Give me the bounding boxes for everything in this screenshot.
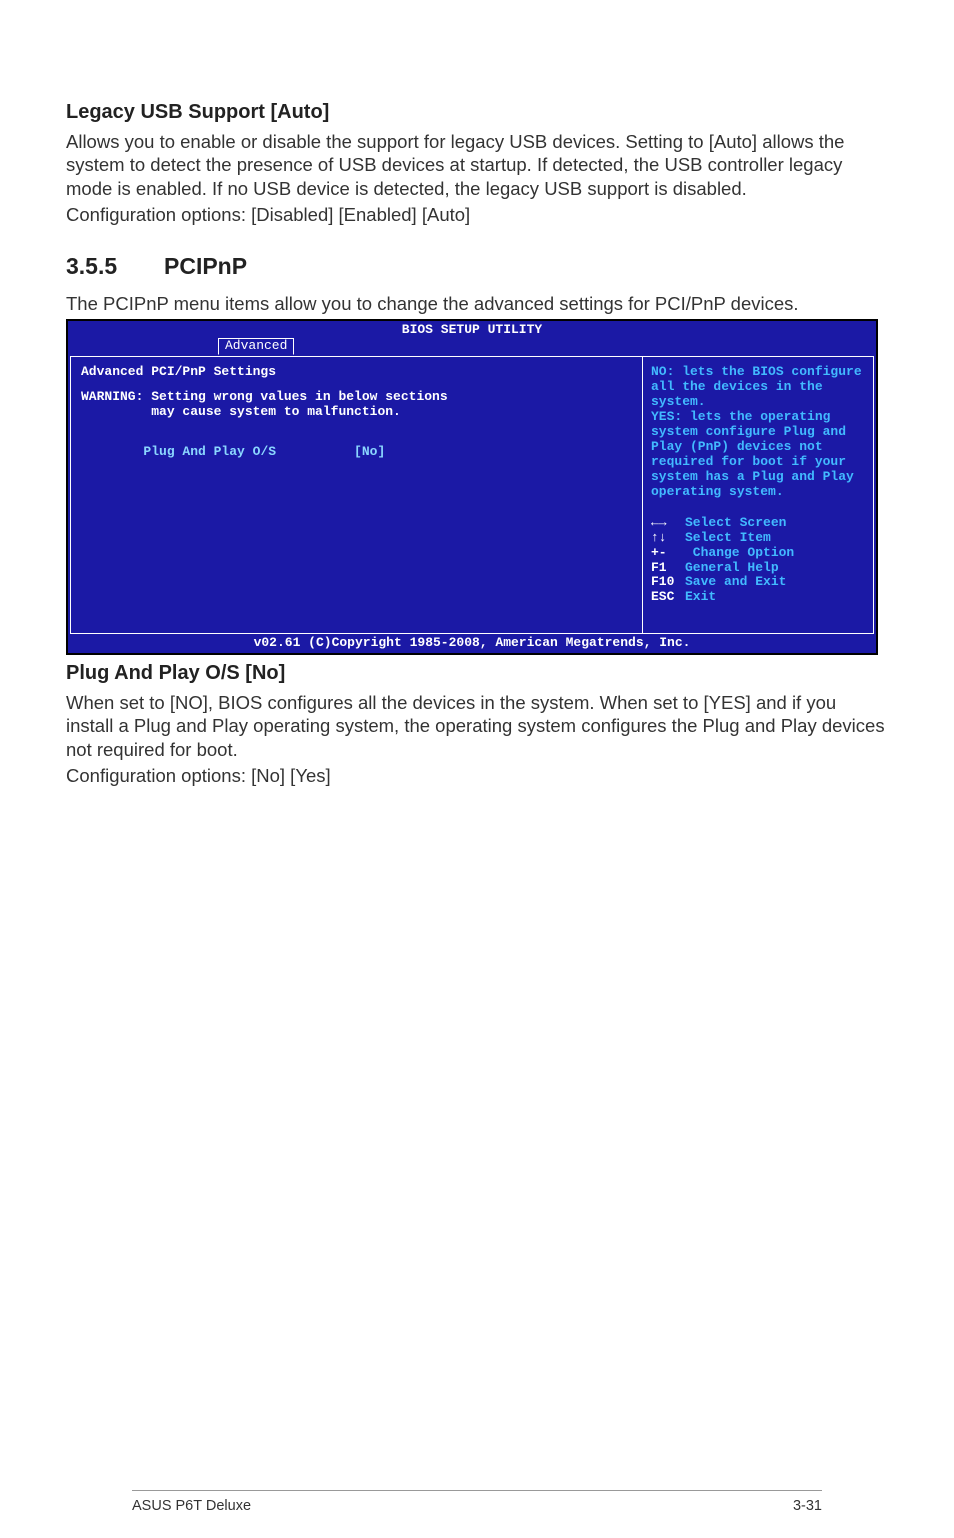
- legacy-usb-config: Configuration options: [Disabled] [Enabl…: [66, 203, 888, 227]
- key-f10: F10: [651, 575, 685, 590]
- bios-setting-row[interactable]: Plug And Play O/S [No]: [81, 430, 632, 475]
- bios-title: BIOS SETUP UTILITY: [68, 323, 876, 338]
- key-select-item: Select Item: [685, 530, 771, 545]
- plug-and-play-config: Configuration options: [No] [Yes]: [66, 764, 888, 788]
- key-select-screen: Select Screen: [685, 515, 786, 530]
- arrow-up-down-icon: ↑↓: [651, 531, 685, 546]
- key-change-option: Change Option: [685, 545, 794, 560]
- page-footer: ASUS P6T Deluxe 3-31: [132, 1490, 822, 1516]
- key-exit: Exit: [685, 589, 716, 604]
- footer-left: ASUS P6T Deluxe: [132, 1497, 251, 1516]
- key-general-help: General Help: [685, 560, 779, 575]
- arrow-left-right-icon: ←→: [651, 516, 685, 531]
- bios-help-text: NO: lets the BIOS configure all the devi…: [651, 365, 865, 499]
- bios-panel-title: Advanced PCI/PnP Settings: [81, 365, 632, 380]
- bios-setting-value[interactable]: [No]: [354, 445, 385, 460]
- section-title: PCIPnP: [164, 253, 247, 279]
- key-plus-minus: +-: [651, 546, 685, 561]
- bios-tab-row: Advanced: [68, 337, 876, 356]
- key-esc: ESC: [651, 590, 685, 605]
- bios-body: Advanced PCI/PnP Settings WARNING: Setti…: [66, 356, 878, 634]
- bios-setting-label: Plug And Play O/S: [143, 444, 276, 459]
- bios-footer: v02.61 (C)Copyright 1985-2008, American …: [66, 634, 878, 655]
- bios-tab-advanced[interactable]: Advanced: [218, 338, 294, 355]
- bios-keys: ←→Select Screen ↑↓Select Item +- Change …: [651, 516, 865, 606]
- bios-warning-line2: may cause system to malfunction.: [81, 405, 632, 420]
- key-save-exit: Save and Exit: [685, 574, 786, 589]
- bios-right-pane: NO: lets the BIOS configure all the devi…: [642, 356, 874, 634]
- bios-header: BIOS SETUP UTILITY Advanced: [66, 319, 878, 356]
- key-f1: F1: [651, 561, 685, 576]
- bios-screenshot: BIOS SETUP UTILITY Advanced Advanced PCI…: [66, 319, 878, 655]
- legacy-usb-heading: Legacy USB Support [Auto]: [66, 100, 888, 126]
- plug-and-play-desc: When set to [NO], BIOS configures all th…: [66, 691, 888, 762]
- plug-and-play-heading: Plug And Play O/S [No]: [66, 661, 888, 687]
- bios-warning-line1: WARNING: Setting wrong values in below s…: [81, 390, 632, 405]
- section-heading: 3.5.5PCIPnP: [66, 252, 888, 281]
- section-number: 3.5.5: [66, 252, 164, 281]
- legacy-usb-desc: Allows you to enable or disable the supp…: [66, 130, 888, 201]
- bios-left-pane: Advanced PCI/PnP Settings WARNING: Setti…: [70, 356, 642, 634]
- pcipnp-desc: The PCIPnP menu items allow you to chang…: [66, 292, 888, 316]
- footer-right: 3-31: [793, 1497, 822, 1516]
